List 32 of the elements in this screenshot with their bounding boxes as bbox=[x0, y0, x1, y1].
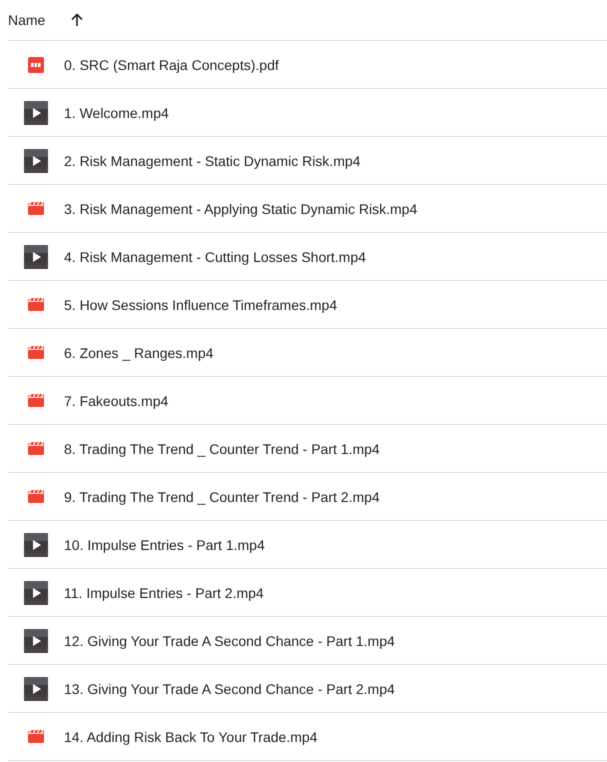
file-name[interactable]: 3. Risk Management - Applying Static Dynamic Risk.mp4 bbox=[64, 200, 418, 216]
file-name[interactable]: 7. Fakeouts.mp4 bbox=[64, 392, 168, 408]
video-file-icon bbox=[28, 298, 44, 311]
video-thumbnail bbox=[24, 676, 48, 700]
column-header[interactable]: Name bbox=[8, 12, 70, 28]
file-name[interactable]: 8. Trading The Trend _ Counter Trend - Part 1.mp4 bbox=[64, 440, 380, 456]
video-file-icon bbox=[28, 490, 44, 503]
video-thumbnail bbox=[24, 244, 48, 268]
file-name[interactable]: 4. Risk Management - Cutting Losses Short.mp4 bbox=[64, 248, 366, 264]
video-file-icon bbox=[28, 730, 44, 743]
video-file-icon bbox=[28, 442, 44, 455]
video-thumbnail bbox=[24, 580, 48, 604]
video-file-icon bbox=[28, 346, 44, 359]
file-name[interactable]: 14. Adding Risk Back To Your Trade.mp4 bbox=[64, 728, 318, 744]
file-name[interactable]: 10. Impulse Entries - Part 1.mp4 bbox=[64, 536, 265, 552]
file-name[interactable]: 9. Trading The Trend _ Counter Trend - Part 2.mp4 bbox=[64, 488, 380, 504]
file-name[interactable]: 1. Welcome.mp4 bbox=[64, 104, 169, 120]
file-name[interactable]: 5. How Sessions Influence Timeframes.mp4 bbox=[64, 296, 338, 312]
file-name[interactable]: 0. SRC (Smart Raja Concepts).pdf bbox=[64, 56, 279, 72]
video-file-icon bbox=[28, 202, 44, 215]
video-thumbnail bbox=[24, 100, 48, 124]
file-name[interactable]: 11. Impulse Entries - Part 2.mp4 bbox=[64, 584, 264, 600]
file-name[interactable]: 6. Zones _ Ranges.mp4 bbox=[64, 344, 214, 360]
video-thumbnail bbox=[24, 148, 48, 172]
video-thumbnail bbox=[24, 628, 48, 652]
pdf-file-icon bbox=[28, 56, 44, 72]
video-thumbnail bbox=[24, 532, 48, 556]
file-name[interactable]: 12. Giving Your Trade A Second Chance - Part 1.mp4 bbox=[64, 632, 395, 648]
file-name[interactable]: 13. Giving Your Trade A Second Chance - Part 2.mp4 bbox=[64, 680, 395, 696]
video-file-icon bbox=[28, 394, 44, 407]
sort-arrow-icon[interactable] bbox=[70, 13, 84, 27]
file-name[interactable]: 2. Risk Management - Static Dynamic Risk.mp4 bbox=[64, 152, 360, 168]
